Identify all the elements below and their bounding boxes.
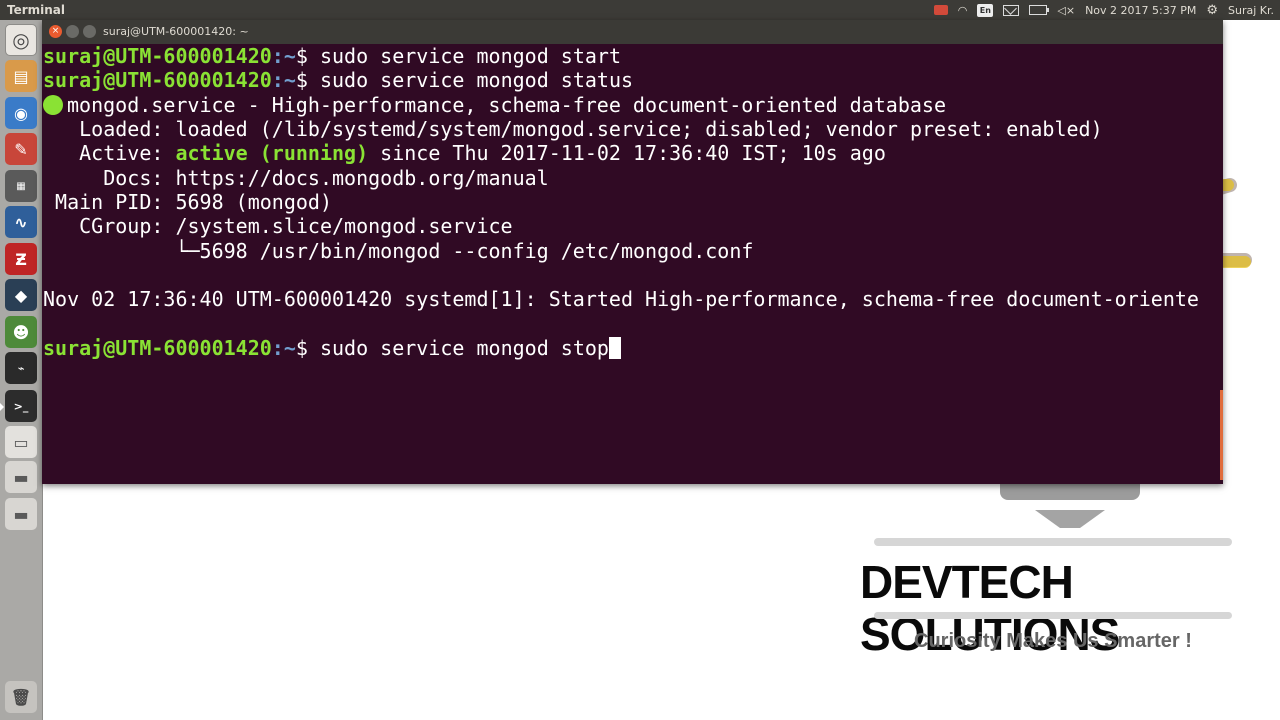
terminal-line: suraj@UTM-600001420:~$ sudo service mong… <box>43 44 1224 68</box>
terminal-line: Main PID: 5698 (mongod) <box>43 189 332 214</box>
terminal-line: mongod.service - High-performance, schem… <box>43 93 1224 117</box>
text-cursor <box>608 336 621 359</box>
status-header: mongod.service - High-performance, schem… <box>67 92 946 117</box>
brand-divider-bottom <box>874 612 1232 619</box>
android-studio-icon[interactable]: ☻ <box>5 316 37 348</box>
indicator-area: ◠ En ◁× Nov 2 2017 5:37 PM ⚙ Suraj Kr. <box>933 0 1274 20</box>
top-panel: Terminal ◠ En ◁× Nov 2 2017 5:37 PM ⚙ Su… <box>0 0 1280 20</box>
command-text: sudo service mongod start <box>319 44 621 68</box>
prompt-symbol: $ <box>295 335 320 360</box>
scrollbar[interactable] <box>1220 390 1223 480</box>
terminal-titlebar[interactable]: × suraj@UTM-600001420: ~ <box>42 20 1223 44</box>
network-icon[interactable]: ◆ <box>5 279 37 311</box>
active-label: Active: <box>43 141 176 166</box>
terminal-output[interactable]: suraj@UTM-600001420:~$ sudo service mong… <box>42 44 1224 484</box>
terminal-line: Loaded: loaded (/lib/systemd/system/mong… <box>43 116 1103 141</box>
dash-home-icon[interactable]: ◎ <box>5 24 37 56</box>
app-icon[interactable]: ▭ <box>5 426 37 458</box>
launcher: ◎ ▤ ◉ ✎ ▦ ∿ Ƶ ◆ ☻ ⌁ >_ ▭ ▬ ▬ 🗑 <box>0 20 43 720</box>
terminal-line: Active: active (running) since Thu 2017-… <box>43 141 1224 165</box>
drive-icon[interactable]: ▬ <box>5 461 37 493</box>
terminal-window[interactable]: × suraj@UTM-600001420: ~ suraj@UTM-60000… <box>42 20 1223 484</box>
volume-icon[interactable]: ◁× <box>1057 3 1075 17</box>
active-since: since Thu 2017-11-02 17:36:40 IST; 10s a… <box>368 141 886 166</box>
trash-icon[interactable]: 🗑 <box>5 681 37 713</box>
camera-icon[interactable] <box>933 5 948 15</box>
terminal-line: suraj@UTM-600001420:~$ sudo service mong… <box>43 336 1224 360</box>
datetime-clock[interactable]: Nov 2 2017 5:37 PM <box>1085 4 1196 17</box>
terminal-line: suraj@UTM-600001420:~$ sudo service mong… <box>43 68 1224 92</box>
files-icon[interactable]: ▤ <box>5 60 37 92</box>
prompt-user: suraj@UTM-600001420 <box>43 68 272 93</box>
system-monitor-icon[interactable]: ⌁ <box>5 352 37 384</box>
active-app-name: Terminal <box>7 3 66 17</box>
prompt-path: :~ <box>271 68 296 93</box>
command-text: sudo service mongod stop <box>319 335 609 360</box>
prompt-symbol: $ <box>295 68 320 93</box>
wifi-icon[interactable]: ◠ <box>958 3 968 17</box>
prompt-symbol: $ <box>295 44 320 68</box>
terminal-line: CGroup: /system.slice/mongod.service <box>43 214 513 239</box>
minimize-button[interactable] <box>66 25 79 38</box>
gear-icon[interactable]: ⚙ <box>1206 3 1218 18</box>
close-button[interactable]: × <box>49 25 62 38</box>
filezilla-icon[interactable]: Ƶ <box>5 243 37 275</box>
user-name[interactable]: Suraj Kr. <box>1228 4 1274 17</box>
drive-icon[interactable]: ▬ <box>5 498 37 530</box>
terminal-line: Docs: https://docs.mongodb.org/manual <box>43 165 549 190</box>
chromium-icon[interactable]: ◉ <box>5 97 37 129</box>
terminal-line: Nov 02 17:36:40 UTM-600001420 systemd[1]… <box>43 287 1199 312</box>
prompt-path: :~ <box>271 335 296 360</box>
mail-icon[interactable] <box>1003 4 1020 16</box>
status-dot-icon <box>43 94 63 115</box>
command-text: sudo service mongod status <box>319 68 634 93</box>
terminal-title: suraj@UTM-600001420: ~ <box>103 25 249 38</box>
tools-icon[interactable]: ✎ <box>5 133 37 165</box>
battery-icon[interactable] <box>1029 5 1050 15</box>
active-state: active (running) <box>175 141 369 166</box>
terminal-icon[interactable]: >_ <box>0 390 37 422</box>
brand-tagline: Curiosity Makes Us Smarter ! <box>914 630 1192 652</box>
maximize-button[interactable] <box>83 25 96 38</box>
prompt-user: suraj@UTM-600001420 <box>43 44 272 68</box>
brand-divider-top <box>874 538 1232 546</box>
terminal-line: └─5698 /usr/bin/mongod --config /etc/mon… <box>43 238 754 263</box>
virtualbox-icon[interactable]: ▦ <box>5 170 37 202</box>
monitor-icon[interactable]: ∿ <box>5 206 37 238</box>
prompt-user: suraj@UTM-600001420 <box>43 335 272 360</box>
keyboard-layout-indicator[interactable]: En <box>977 3 994 17</box>
prompt-path: :~ <box>271 44 296 68</box>
